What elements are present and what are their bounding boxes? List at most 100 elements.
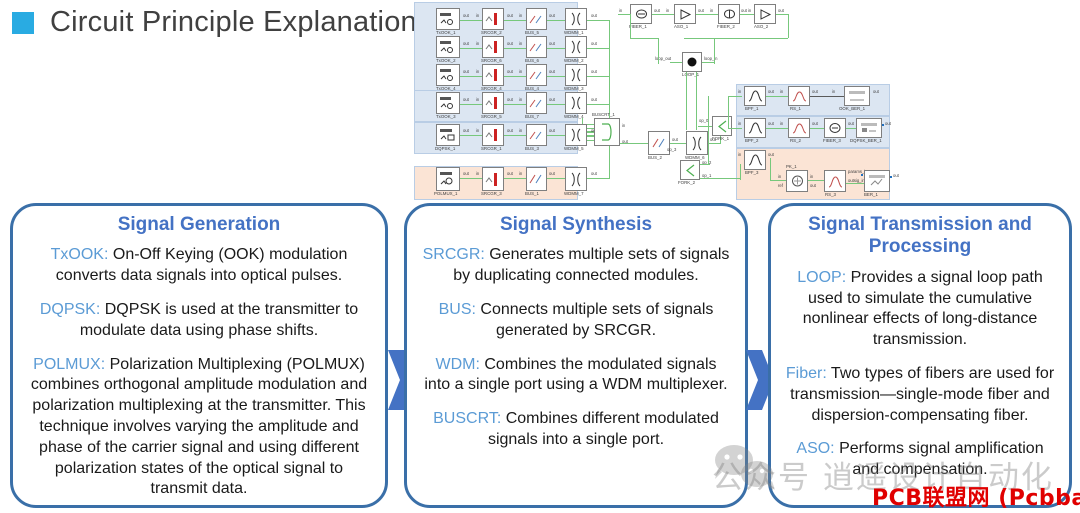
diagram-block[interactable] <box>754 4 776 24</box>
diagram-block[interactable] <box>436 92 460 114</box>
port-label: out <box>768 89 774 94</box>
wire <box>618 14 630 15</box>
diagram-block[interactable] <box>565 8 587 30</box>
port-label: ref <box>778 183 783 188</box>
wire <box>728 96 742 97</box>
diagram-block[interactable] <box>482 92 504 114</box>
port-label: out <box>768 152 774 157</box>
diagram-port-dot <box>890 176 892 178</box>
diagram-block[interactable] <box>712 116 732 136</box>
txook-icon <box>438 66 458 84</box>
diagram-block[interactable] <box>482 124 504 146</box>
wire <box>587 48 609 49</box>
diagram-port-dot <box>882 124 884 126</box>
wire <box>740 14 754 15</box>
bus-icon <box>528 126 545 144</box>
diagram-block[interactable] <box>436 8 460 30</box>
diagram-block[interactable] <box>526 167 547 191</box>
diagram-block[interactable] <box>824 118 846 138</box>
aso-amplifier-icon <box>676 6 694 22</box>
port-label: out <box>591 97 597 102</box>
diagram-block[interactable] <box>744 86 766 106</box>
diagram-block[interactable] <box>526 36 547 58</box>
port-label: in <box>476 13 480 18</box>
diagram-block[interactable] <box>630 4 652 24</box>
diagram-block[interactable] <box>594 118 620 146</box>
panel-paragraph: WDM: Combines the modulated signals into… <box>421 355 731 397</box>
diagram-block[interactable] <box>565 124 587 146</box>
wire <box>460 20 482 21</box>
wire <box>846 183 864 184</box>
aso-amplifier-icon <box>756 6 774 22</box>
pk-icon <box>788 172 806 190</box>
wire <box>810 128 824 129</box>
diagram-block-label: WDMM_5 <box>564 146 584 151</box>
bus-icon <box>528 169 545 189</box>
diagram-block[interactable] <box>786 170 808 192</box>
diagram-block[interactable] <box>680 160 700 180</box>
wire <box>547 20 565 21</box>
diagram-block-label: FIBER_1 <box>629 24 647 29</box>
diagram-block[interactable] <box>565 64 587 86</box>
wire <box>696 72 697 130</box>
panel-title: Signal Transmission and Processing <box>808 214 1032 258</box>
wire <box>460 76 482 77</box>
port-label: in <box>622 123 626 128</box>
diagram-block[interactable] <box>482 36 504 58</box>
diagram-block[interactable] <box>686 131 708 155</box>
diagram-block-label: BER_1 <box>864 192 878 197</box>
txook-icon <box>438 94 458 112</box>
panel-paragraph: BUSCRT: Combines different modulated sig… <box>421 409 731 451</box>
diagram-block[interactable] <box>526 92 547 114</box>
rs-icon <box>790 120 808 136</box>
diagram-block[interactable] <box>526 64 547 86</box>
wire <box>700 178 740 179</box>
wire <box>460 104 482 105</box>
wire <box>587 104 609 105</box>
wire <box>587 20 609 21</box>
diagram-block[interactable] <box>436 36 460 58</box>
port-label: out <box>507 69 513 74</box>
diagram-block[interactable] <box>565 167 587 191</box>
wdmm-icon <box>567 169 585 189</box>
port-label: out <box>549 128 555 133</box>
diagram-block[interactable] <box>744 150 766 170</box>
port-label: out <box>672 137 678 142</box>
diagram-block[interactable] <box>856 118 882 138</box>
diagram-block[interactable] <box>824 170 846 192</box>
diagram-block[interactable] <box>482 167 504 191</box>
diagram-block[interactable] <box>526 124 547 146</box>
diagram-block[interactable] <box>718 4 740 24</box>
diagram-block[interactable] <box>674 4 696 24</box>
pcb-site-watermark: PCB联盟网 (Pcbbar.com) <box>872 486 1080 511</box>
diagram-block[interactable] <box>788 86 810 106</box>
diagram-block[interactable] <box>788 118 810 138</box>
srcgr-icon <box>484 94 502 112</box>
diagram-block[interactable] <box>682 52 702 72</box>
diagram-block[interactable] <box>436 124 460 146</box>
panel-paragraph: BUS: Connects multiple sets of signals g… <box>421 300 731 342</box>
port-label: in <box>519 128 523 133</box>
port-label: in <box>476 128 480 133</box>
wire <box>686 72 687 130</box>
diagram-block-label: SRCGR_3 <box>481 191 502 196</box>
dqpsk-icon <box>438 126 458 144</box>
paragraph-text: Combines different modulated signals int… <box>487 410 719 448</box>
port-label: out <box>507 97 513 102</box>
diagram-block[interactable] <box>844 86 870 106</box>
diagram-block[interactable] <box>482 64 504 86</box>
diagram-block[interactable] <box>482 8 504 30</box>
diagram-block[interactable] <box>526 8 547 30</box>
diagram-block[interactable] <box>436 64 460 86</box>
diagram-block-label: DQPSK_BER_1 <box>850 138 882 143</box>
diagram-block[interactable] <box>565 92 587 114</box>
panel-paragraph: POLMUX: Polarization Multiplexing (POLMU… <box>27 355 371 501</box>
wdmm-icon <box>567 38 585 56</box>
diagram-block[interactable] <box>565 36 587 58</box>
diagram-block[interactable] <box>744 118 766 138</box>
port-label: out <box>507 41 513 46</box>
wire <box>670 143 686 144</box>
diagram-block-label: BUS_3 <box>525 146 539 151</box>
diagram-block[interactable] <box>436 167 460 191</box>
diagram-block[interactable] <box>864 170 890 192</box>
